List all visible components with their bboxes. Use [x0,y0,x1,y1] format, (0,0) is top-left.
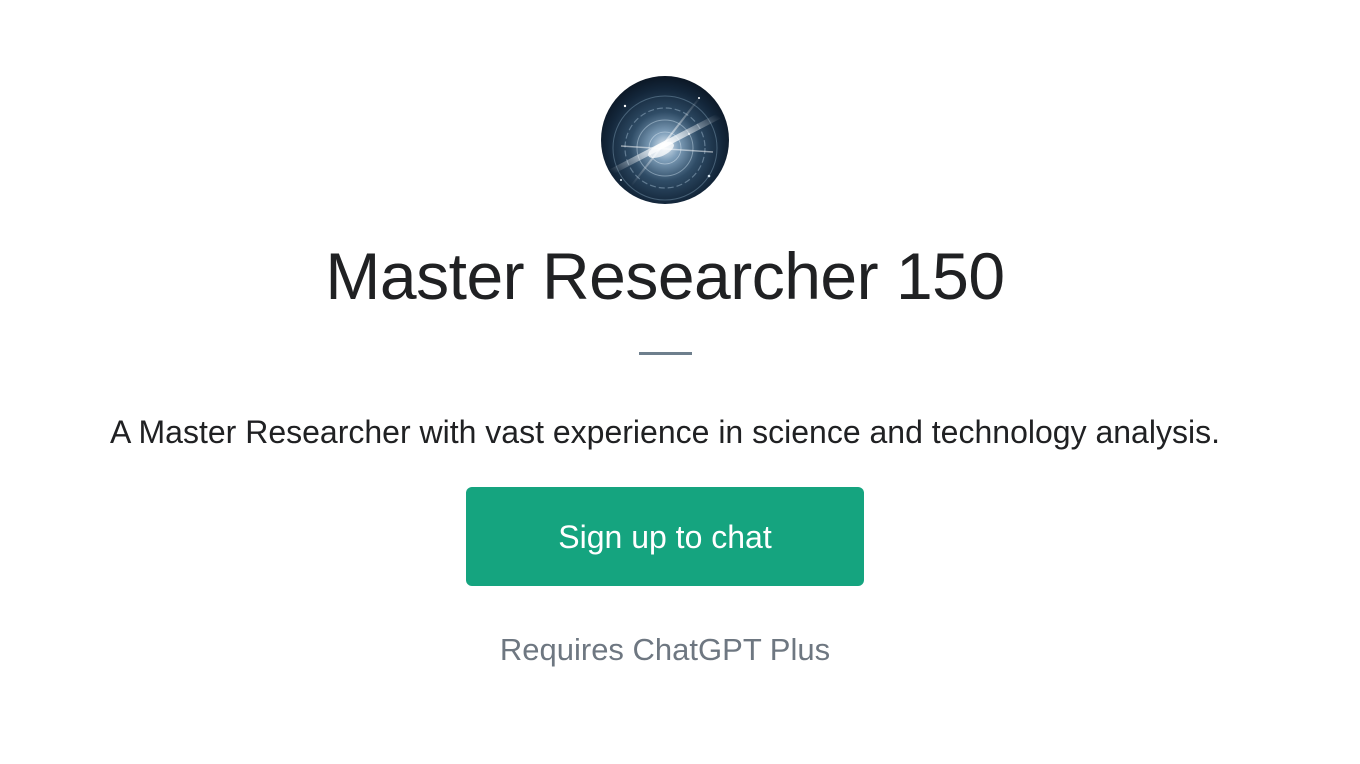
plus-requirement-note: Requires ChatGPT Plus [499,632,831,667]
sign-up-to-chat-button[interactable]: Sign up to chat [466,487,864,586]
gpt-landing-page: Master Researcher 150 A Master Researche… [0,0,1360,764]
title-divider [639,352,692,355]
gpt-description: A Master Researcher with vast experience… [110,414,1220,450]
gpt-title: Master Researcher 150 [325,239,1005,313]
gpt-avatar-image [601,76,729,204]
